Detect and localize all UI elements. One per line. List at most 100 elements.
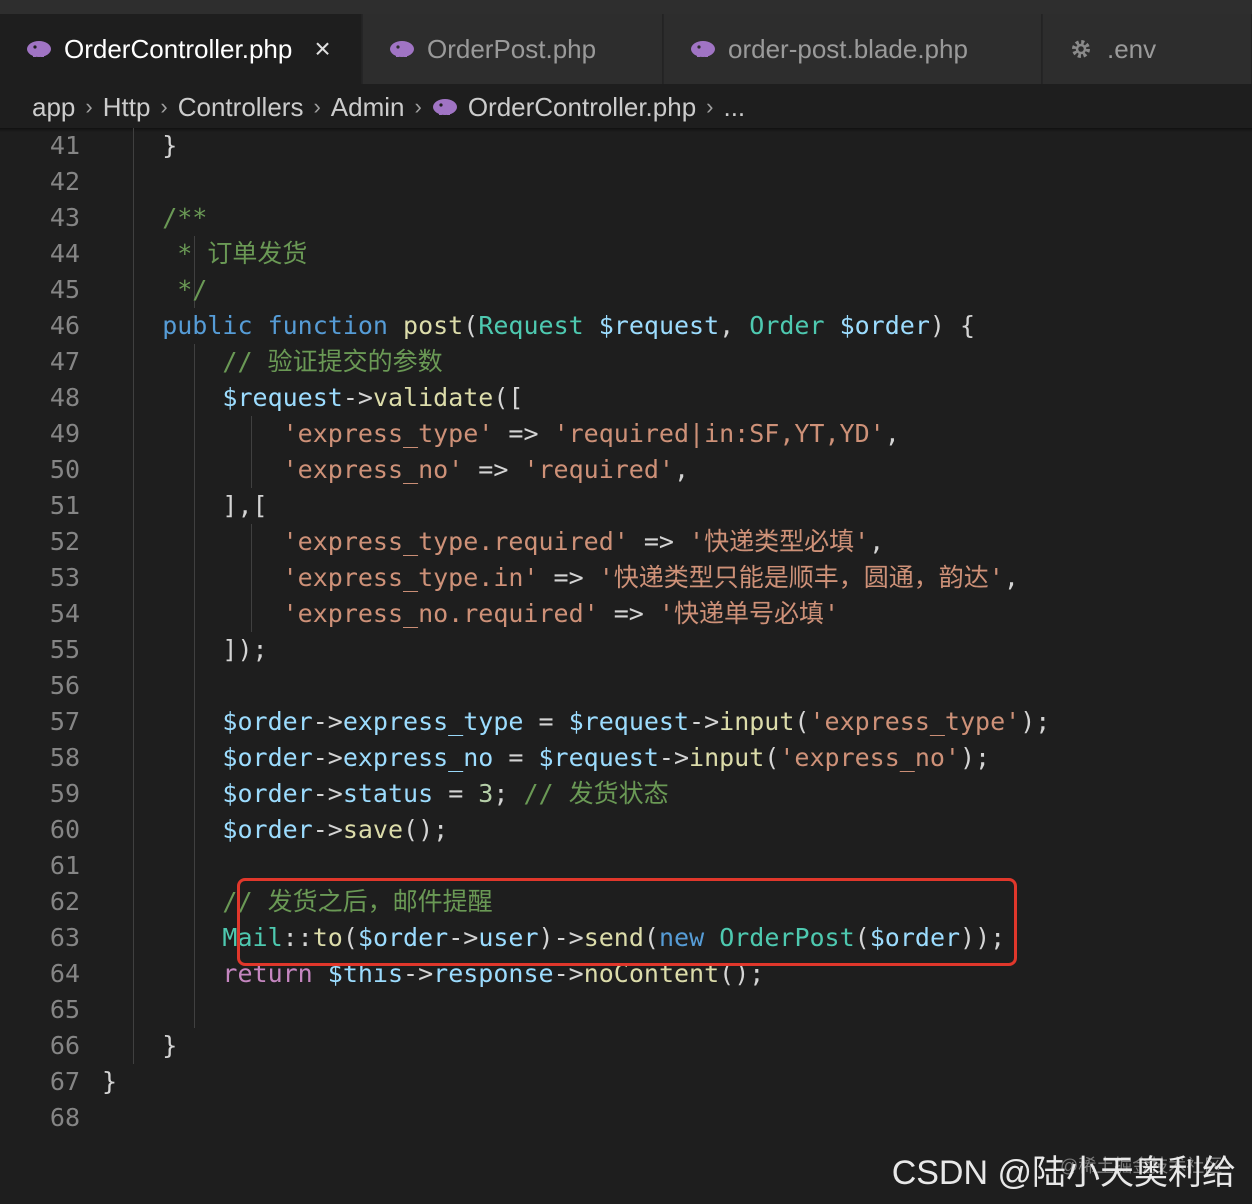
code-token: status bbox=[342, 779, 434, 808]
code-token: $order bbox=[102, 815, 313, 844]
tab-order-post-blade[interactable]: order-post.blade.php bbox=[664, 14, 1042, 84]
code-editor[interactable]: 41 } 42 43 /** 44 * 订单发货 45 */46 public func… bbox=[0, 128, 1252, 1136]
code-token: public function bbox=[102, 311, 404, 340]
code-token: = bbox=[493, 743, 539, 772]
code-token: 'required|in:SF,YT,YD' bbox=[553, 419, 885, 448]
code-token: 3 bbox=[478, 779, 494, 808]
breadcrumb-item-more[interactable]: ... bbox=[723, 92, 745, 123]
line-number: 55 bbox=[49, 635, 80, 664]
code-token: */ bbox=[102, 275, 208, 304]
breadcrumb-item-file[interactable]: OrderController.php bbox=[468, 92, 696, 123]
code-token: , bbox=[673, 455, 690, 484]
code-line[interactable]: 49 'express_type' => 'required|in:SF,YT,… bbox=[0, 416, 1252, 452]
code-line[interactable]: 42 bbox=[0, 164, 1252, 200]
tab-env[interactable]: .env bbox=[1043, 14, 1252, 84]
code-text: public function post(Request $request, O… bbox=[102, 308, 975, 344]
line-number: 48 bbox=[49, 383, 80, 412]
code-text: } bbox=[102, 1064, 117, 1100]
line-number: 53 bbox=[49, 563, 80, 592]
breadcrumb-item-app[interactable]: app bbox=[32, 92, 75, 123]
code-token: 'express_no' bbox=[779, 743, 960, 772]
line-number: 61 bbox=[49, 851, 80, 880]
code-line[interactable]: 56 bbox=[0, 668, 1252, 704]
line-number: 56 bbox=[49, 671, 80, 700]
code-token: // 验证提交的参数 bbox=[102, 347, 443, 376]
code-token: => bbox=[628, 527, 690, 556]
code-line[interactable]: 47 // 验证提交的参数 bbox=[0, 344, 1252, 380]
code-token: 'required' bbox=[523, 455, 674, 484]
code-token: ( bbox=[764, 743, 780, 772]
code-text: $order->express_type = $request->input('… bbox=[102, 704, 1050, 740]
chevron-right-icon: › bbox=[414, 94, 422, 119]
code-token: (); bbox=[403, 815, 449, 844]
line-number: 50 bbox=[49, 455, 80, 484]
close-icon[interactable]: × bbox=[314, 33, 330, 65]
code-line[interactable]: 65 bbox=[0, 992, 1252, 1028]
code-line[interactable]: 55 ]); bbox=[0, 632, 1252, 668]
code-token: express_no bbox=[342, 743, 494, 772]
chevron-right-icon: › bbox=[160, 94, 168, 119]
gear-icon bbox=[1069, 38, 1095, 60]
code-token: '快递类型必填' bbox=[689, 527, 870, 556]
code-text: $request->validate([ bbox=[102, 380, 523, 416]
code-token: => bbox=[538, 563, 599, 592]
code-line[interactable]: 59 $order->status = 3; // 发货状态 bbox=[0, 776, 1252, 812]
line-number: 42 bbox=[49, 167, 80, 196]
code-token: $request bbox=[568, 707, 690, 736]
code-token: } bbox=[102, 1031, 178, 1060]
code-line[interactable]: 52 'express_type.required' => '快递类型必填', bbox=[0, 524, 1252, 560]
breadcrumb: app › Http › Controllers › Admin › Order… bbox=[0, 84, 1252, 130]
breadcrumb-item-http[interactable]: Http bbox=[103, 92, 151, 123]
code-line[interactable]: 60 $order->save(); bbox=[0, 812, 1252, 848]
code-line[interactable]: 53 'express_type.in' => '快递类型只能是顺丰，圆通，韵达… bbox=[0, 560, 1252, 596]
code-text: /** bbox=[102, 200, 207, 236]
code-line[interactable]: 66 } bbox=[0, 1028, 1252, 1064]
line-number: 44 bbox=[49, 239, 80, 268]
code-token: -> bbox=[312, 707, 343, 736]
code-token: -> bbox=[658, 743, 690, 772]
code-token: ; bbox=[493, 779, 524, 808]
code-text: */ bbox=[102, 272, 207, 308]
line-number: 49 bbox=[49, 419, 80, 448]
code-token: -> bbox=[312, 743, 343, 772]
line-number: 41 bbox=[49, 131, 80, 160]
code-line[interactable]: 41 } bbox=[0, 128, 1252, 164]
code-token: '快递类型只能是顺丰，圆通，韵达' bbox=[598, 563, 1004, 592]
line-number: 64 bbox=[49, 959, 80, 988]
line-number: 60 bbox=[49, 815, 80, 844]
code-line[interactable]: 67} bbox=[0, 1064, 1252, 1100]
code-line[interactable]: 44 * 订单发货 bbox=[0, 236, 1252, 272]
code-token: '快递单号必填' bbox=[658, 599, 840, 628]
breadcrumb-item-controllers[interactable]: Controllers bbox=[178, 92, 304, 123]
php-elephant-icon bbox=[389, 38, 415, 60]
php-elephant-icon bbox=[432, 97, 458, 117]
code-token: , bbox=[719, 311, 750, 340]
tab-order-controller[interactable]: OrderController.php × bbox=[0, 14, 362, 84]
code-line[interactable]: 58 $order->express_no = $request->input(… bbox=[0, 740, 1252, 776]
line-number: 57 bbox=[49, 707, 80, 736]
php-elephant-icon bbox=[26, 38, 52, 60]
chevron-right-icon: › bbox=[706, 94, 714, 119]
code-line[interactable]: 48 $request->validate([ bbox=[0, 380, 1252, 416]
code-line[interactable]: 45 */ bbox=[0, 272, 1252, 308]
code-token: -> bbox=[312, 779, 343, 808]
code-text: 'express_no.required' => '快递单号必填' bbox=[102, 596, 839, 632]
code-line[interactable]: 57 $order->express_type = $request->inpu… bbox=[0, 704, 1252, 740]
code-token: => bbox=[493, 419, 554, 448]
php-elephant-icon bbox=[690, 38, 716, 60]
code-line[interactable]: 46 public function post(Request $request… bbox=[0, 308, 1252, 344]
code-line[interactable]: 54 'express_no.required' => '快递单号必填' bbox=[0, 596, 1252, 632]
code-line[interactable]: 50 'express_no' => 'required', bbox=[0, 452, 1252, 488]
code-line[interactable]: 43 /** bbox=[0, 200, 1252, 236]
code-line[interactable]: 68 bbox=[0, 1100, 1252, 1136]
code-token: -> bbox=[689, 707, 720, 736]
code-line[interactable]: 51 ],[ bbox=[0, 488, 1252, 524]
tab-label: OrderController.php bbox=[64, 33, 293, 64]
line-number: 68 bbox=[49, 1103, 80, 1132]
line-number: 43 bbox=[49, 203, 80, 232]
tab-order-post[interactable]: OrderPost.php bbox=[363, 14, 663, 84]
window-top-strip bbox=[0, 0, 1252, 14]
code-token: express_type bbox=[342, 707, 524, 736]
breadcrumb-item-admin[interactable]: Admin bbox=[331, 92, 405, 123]
line-number: 62 bbox=[49, 887, 80, 916]
